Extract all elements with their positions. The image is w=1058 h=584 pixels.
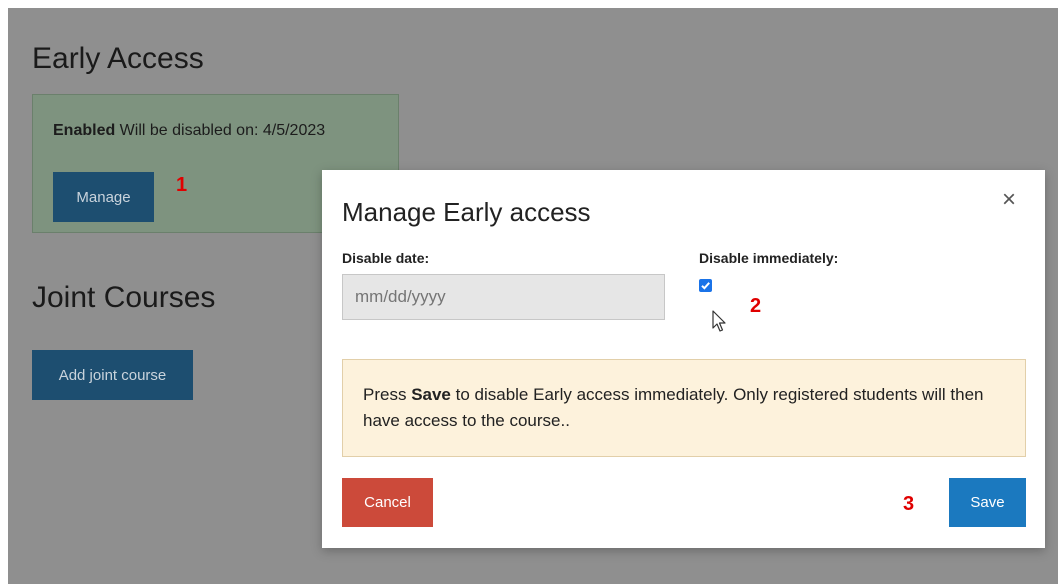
step-marker-3: 3 xyxy=(903,493,915,515)
add-joint-course-button[interactable]: Add joint course xyxy=(32,350,193,400)
disable-date-input[interactable] xyxy=(342,274,665,320)
status-disable-date-text: Will be disabled on: 4/5/2023 xyxy=(115,122,326,139)
alert-text-save: Save xyxy=(411,385,451,404)
disable-immediately-label: Disable immediately: xyxy=(699,250,839,266)
modal-title: Manage Early access xyxy=(342,197,591,227)
mouse-pointer-icon xyxy=(712,310,726,332)
disable-immediately-checkbox[interactable] xyxy=(699,279,712,292)
cancel-button[interactable]: Cancel xyxy=(342,478,433,527)
status-enabled-label: Enabled xyxy=(53,122,116,139)
save-button[interactable]: Save xyxy=(949,478,1026,527)
save-info-alert: Press Save to disable Early access immed… xyxy=(342,359,1026,457)
checkmark-icon xyxy=(701,282,710,290)
disable-date-label: Disable date: xyxy=(342,250,430,266)
close-icon[interactable]: × xyxy=(1002,188,1016,212)
step-marker-2: 2 xyxy=(750,295,762,317)
manage-button[interactable]: Manage xyxy=(53,172,154,222)
joint-courses-heading: Joint Courses xyxy=(32,281,216,314)
alert-text-post: to disable Early access immediately. Onl… xyxy=(363,385,984,430)
manage-early-access-modal: Manage Early access × Disable date: Disa… xyxy=(322,170,1045,548)
early-access-status: Enabled Will be disabled on: 4/5/2023 xyxy=(53,122,325,140)
early-access-heading: Early Access xyxy=(32,42,204,75)
alert-text-pre: Press xyxy=(363,385,412,404)
step-marker-1: 1 xyxy=(176,174,188,196)
